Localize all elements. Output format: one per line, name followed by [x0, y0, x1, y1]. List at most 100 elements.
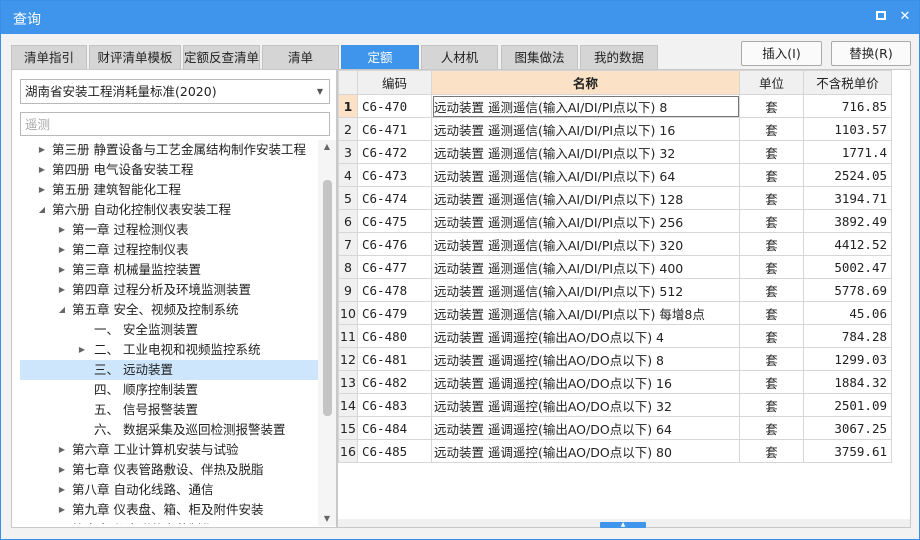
price-cell[interactable]: 5778.69	[803, 278, 892, 302]
price-cell[interactable]: 716.85	[803, 94, 892, 118]
unit-cell[interactable]: 套	[739, 370, 804, 394]
tree-expanded-icon[interactable]: ◢	[36, 200, 48, 220]
table-row[interactable]: 2 C6-471 远动装置 遥测遥信(输入AI/DI/PI点以下) 16 套 1103.…	[338, 117, 892, 141]
tree-item[interactable]: ▶ 第五册 建筑智能化工程	[20, 180, 318, 200]
price-cell[interactable]: 5002.47	[803, 255, 892, 279]
code-cell[interactable]: C6-484	[357, 416, 432, 440]
code-cell[interactable]: C6-482	[357, 370, 432, 394]
tab-7[interactable]: 我的数据	[580, 45, 658, 69]
tree-item[interactable]: 六、 数据采集及巡回检测报警装置	[20, 420, 318, 440]
tree-item[interactable]: ▶ 第八章 自动化线路、通信	[20, 480, 318, 500]
row-number[interactable]: 6	[338, 209, 358, 233]
tree-item[interactable]: ▶ 第六章 工业计算机安装与试验	[20, 440, 318, 460]
price-cell[interactable]: 3067.25	[803, 416, 892, 440]
table-row[interactable]: 10 C6-479 远动装置 遥测遥信(输入AI/DI/PI点以下) 每增8点套 45…	[338, 301, 892, 325]
row-number[interactable]: 11	[338, 324, 358, 348]
row-number[interactable]: 14	[338, 393, 358, 417]
tab-4[interactable]: 定额	[341, 45, 419, 69]
unit-cell[interactable]: 套	[739, 209, 804, 233]
replace-button[interactable]: 替换(R)	[831, 41, 911, 66]
unit-cell[interactable]: 套	[739, 278, 804, 302]
tree-item[interactable]: 五、 信号报警装置	[20, 400, 318, 420]
row-number[interactable]: 2	[338, 117, 358, 141]
unit-cell[interactable]: 套	[739, 393, 804, 417]
name-cell[interactable]: 远动装置 遥调遥控(输出AO/DO点以下) 16	[431, 370, 740, 394]
price-cell[interactable]: 4412.52	[803, 232, 892, 256]
tree-item[interactable]: ▶ 第四章 过程分析及环境监测装置	[20, 280, 318, 300]
price-cell[interactable]: 3759.61	[803, 439, 892, 463]
tree-expanded-icon[interactable]: ◢	[56, 300, 68, 320]
row-number[interactable]: 3	[338, 140, 358, 164]
tree-collapsed-icon[interactable]: ▶	[36, 180, 48, 200]
table-row[interactable]: 5 C6-474 远动装置 遥测遥信(输入AI/DI/PI点以下) 128 套 3194…	[338, 186, 892, 210]
tree-collapsed-icon[interactable]: ▶	[56, 240, 68, 260]
tab-6[interactable]: 图集做法	[501, 45, 578, 69]
unit-column-header[interactable]: 单位	[739, 70, 804, 95]
tree-collapsed-icon[interactable]: ▶	[56, 440, 68, 460]
tree-collapsed-icon[interactable]: ▶	[56, 480, 68, 500]
table-row[interactable]: 4 C6-473 远动装置 遥测遥信(输入AI/DI/PI点以下) 64 套 2524.…	[338, 163, 892, 187]
price-cell[interactable]: 784.28	[803, 324, 892, 348]
code-cell[interactable]: C6-470	[357, 94, 432, 118]
tree-collapsed-icon[interactable]: ▶	[76, 340, 88, 360]
code-cell[interactable]: C6-475	[357, 209, 432, 233]
close-icon[interactable]: ✕	[897, 9, 913, 25]
code-cell[interactable]: C6-472	[357, 140, 432, 164]
search-input[interactable]	[20, 112, 330, 136]
tab-2[interactable]: 定额反查清单	[183, 45, 260, 69]
unit-cell[interactable]: 套	[739, 117, 804, 141]
tree-item[interactable]: 一、 安全监测装置	[20, 320, 318, 340]
tree-collapsed-icon[interactable]: ▶	[56, 520, 68, 524]
table-row[interactable]: 12 C6-481 远动装置 遥调遥控(输出AO/DO点以下) 8 套 1299.03	[338, 347, 892, 371]
splitter-grip-icon[interactable]: ▲	[600, 522, 646, 528]
tree-item[interactable]: ▶ 第一章 过程检测仪表	[20, 220, 318, 240]
name-cell[interactable]: 远动装置 遥调遥控(输出AO/DO点以下) 80	[431, 439, 740, 463]
code-cell[interactable]: C6-483	[357, 393, 432, 417]
name-cell[interactable]: 远动装置 遥测遥信(输入AI/DI/PI点以下) 64	[431, 163, 740, 187]
code-cell[interactable]: C6-485	[357, 439, 432, 463]
tree-item[interactable]: ◢ 第六册 自动化控制仪表安装工程	[20, 200, 318, 220]
row-number[interactable]: 5	[338, 186, 358, 210]
table-row[interactable]: 8 C6-477 远动装置 遥测遥信(输入AI/DI/PI点以下) 400 套 5002…	[338, 255, 892, 279]
code-cell[interactable]: C6-481	[357, 347, 432, 371]
row-number[interactable]: 13	[338, 370, 358, 394]
name-column-header[interactable]: 名称	[431, 70, 740, 95]
code-cell[interactable]: C6-479	[357, 301, 432, 325]
tree-collapsed-icon[interactable]: ▶	[56, 220, 68, 240]
unit-cell[interactable]: 套	[739, 163, 804, 187]
row-number[interactable]: 4	[338, 163, 358, 187]
name-cell[interactable]: 远动装置 遥调遥控(输出AO/DO点以下) 8	[431, 347, 740, 371]
price-cell[interactable]: 45.06	[803, 301, 892, 325]
unit-cell[interactable]: 套	[739, 94, 804, 118]
price-cell[interactable]: 2501.09	[803, 393, 892, 417]
code-cell[interactable]: C6-478	[357, 278, 432, 302]
code-column-header[interactable]: 编码	[357, 70, 432, 95]
tree-collapsed-icon[interactable]: ▶	[56, 280, 68, 300]
tree-item[interactable]: ▶ 二、 工业电视和视频监控系统	[20, 340, 318, 360]
tab-1[interactable]: 财评清单模板	[89, 45, 181, 69]
row-number[interactable]: 15	[338, 416, 358, 440]
price-cell[interactable]: 1103.57	[803, 117, 892, 141]
tree-collapsed-icon[interactable]: ▶	[56, 500, 68, 520]
name-cell[interactable]: 远动装置 遥调遥控(输出AO/DO点以下) 32	[431, 393, 740, 417]
row-number[interactable]: 10	[338, 301, 358, 325]
unit-cell[interactable]: 套	[739, 301, 804, 325]
row-number[interactable]: 1	[338, 94, 358, 118]
unit-cell[interactable]: 套	[739, 347, 804, 371]
name-cell[interactable]: 远动装置 遥测遥信(输入AI/DI/PI点以下) 400	[431, 255, 740, 279]
table-row[interactable]: 3 C6-472 远动装置 遥测遥信(输入AI/DI/PI点以下) 32 套 1771.…	[338, 140, 892, 164]
unit-cell[interactable]: 套	[739, 255, 804, 279]
unit-cell[interactable]: 套	[739, 140, 804, 164]
row-number[interactable]: 9	[338, 278, 358, 302]
name-cell[interactable]: 远动装置 遥测遥信(输入AI/DI/PI点以下) 每增8点	[431, 301, 740, 325]
name-cell[interactable]: 远动装置 遥测遥信(输入AI/DI/PI点以下) 256	[431, 209, 740, 233]
code-cell[interactable]: C6-474	[357, 186, 432, 210]
table-row[interactable]: 6 C6-475 远动装置 遥测遥信(输入AI/DI/PI点以下) 256 套 3892…	[338, 209, 892, 233]
tree-collapsed-icon[interactable]: ▶	[36, 160, 48, 180]
code-cell[interactable]: C6-476	[357, 232, 432, 256]
table-row[interactable]: 11 C6-480 远动装置 遥调遥控(输出AO/DO点以下) 4 套 784.28	[338, 324, 892, 348]
tree-item[interactable]: ◢ 第五章 安全、视频及控制系统	[20, 300, 318, 320]
code-cell[interactable]: C6-473	[357, 163, 432, 187]
row-number[interactable]: 16	[338, 439, 358, 463]
name-cell[interactable]: 远动装置 遥调遥控(输出AO/DO点以下) 64	[431, 416, 740, 440]
